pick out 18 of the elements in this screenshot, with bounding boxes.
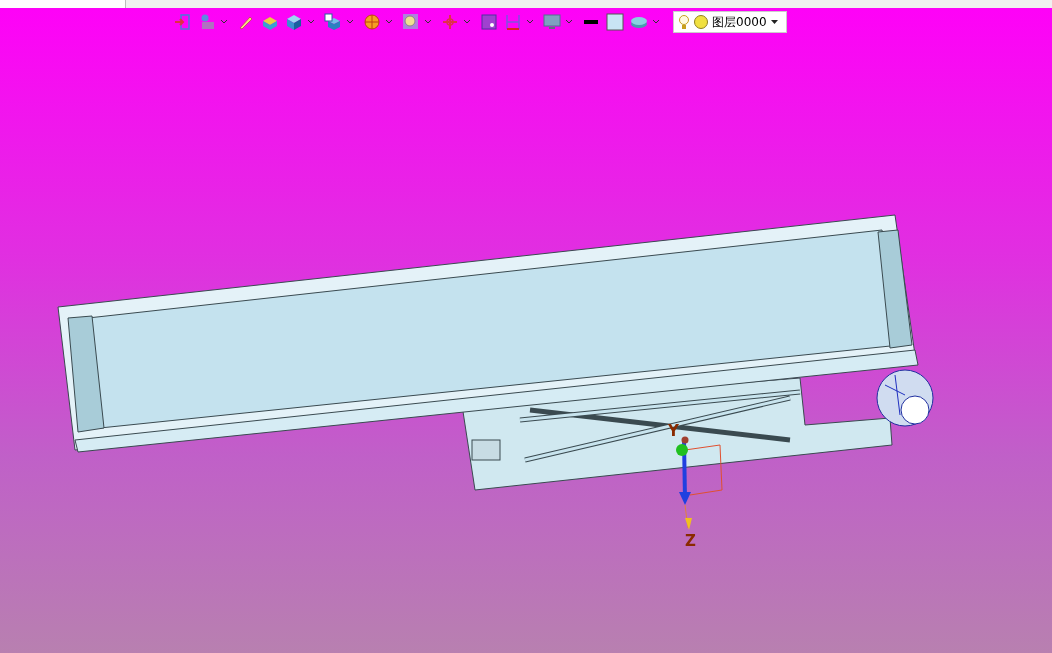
lightbulb-icon	[678, 14, 690, 30]
fill-icon	[606, 13, 624, 31]
cross-icon	[441, 13, 459, 31]
render-icon	[363, 13, 381, 31]
frame-icon	[480, 13, 498, 31]
layer-name: 图层0000	[712, 13, 768, 31]
dropdown-arrow-icon	[771, 20, 778, 24]
dimension-icon	[504, 13, 522, 31]
z-axis-label: Z	[685, 532, 696, 550]
exit-icon	[174, 13, 192, 31]
layer-select[interactable]: 图层0000	[673, 11, 787, 33]
circle-icon	[693, 14, 709, 30]
toolbar-button[interactable]	[604, 11, 626, 33]
cube-icon	[285, 13, 303, 31]
toolbar-button[interactable]	[478, 11, 500, 33]
zoom-icon	[402, 13, 420, 31]
monitor-icon	[543, 13, 561, 31]
view-icon	[324, 13, 342, 31]
